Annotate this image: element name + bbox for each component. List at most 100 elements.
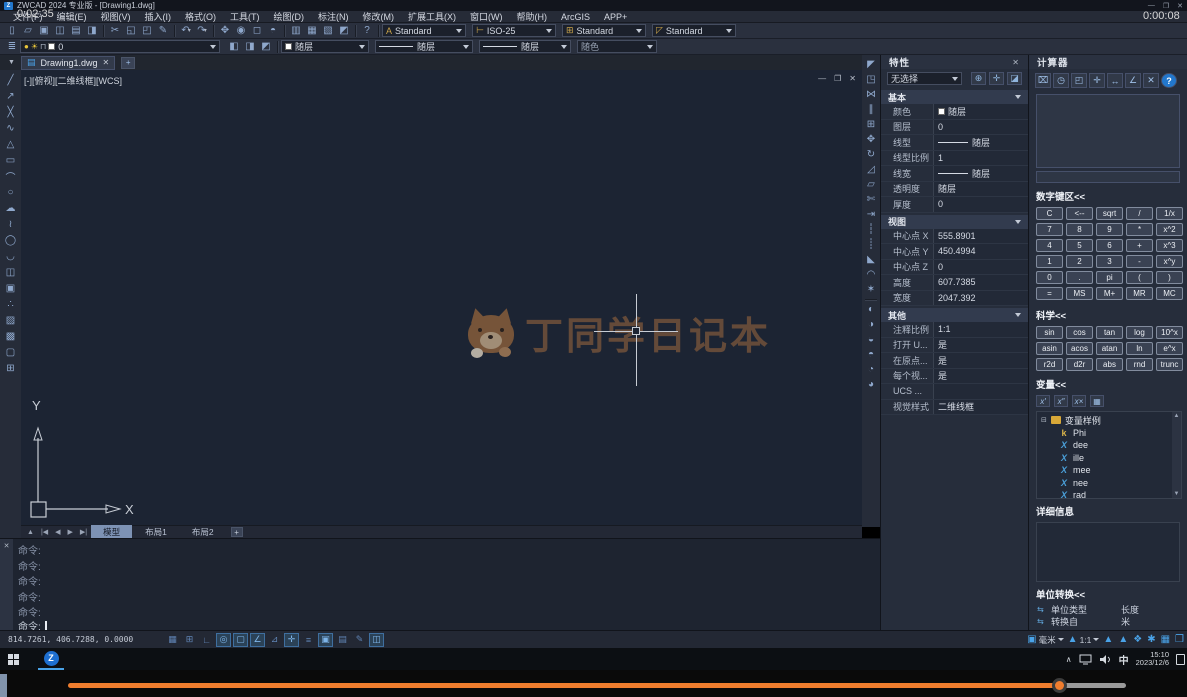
measure-distance-button[interactable]: ↔ [1107, 73, 1123, 88]
polygon-button[interactable]: △ [2, 136, 19, 152]
layer-states-button[interactable]: ◩ [258, 40, 274, 54]
calc-key-d2r[interactable]: d2r [1066, 358, 1093, 371]
menu-item-11[interactable]: 帮助(H) [510, 10, 555, 23]
layout-nav-1[interactable]: |◀ [38, 528, 51, 536]
history-button[interactable]: ◷ [1053, 73, 1069, 88]
menu-item-2[interactable]: 视图(V) [94, 10, 138, 23]
volume-icon[interactable] [1099, 654, 1112, 665]
menu-item-8[interactable]: 修改(M) [356, 10, 402, 23]
drawing-restore-button[interactable]: ❐ [834, 74, 841, 83]
mleader-style-dropdown[interactable]: ◸Standard [652, 24, 736, 37]
plot-button[interactable]: ▤ [68, 24, 84, 38]
transparency-toggle[interactable]: ▣ [318, 633, 333, 647]
calc-key-abs[interactable]: abs [1096, 358, 1123, 371]
draworder-send-back-button[interactable]: ◑ [863, 317, 879, 332]
design-center-button[interactable]: ▦ [304, 24, 320, 38]
section-header-1[interactable]: 视图 [881, 215, 1028, 229]
network-icon[interactable] [1079, 654, 1092, 665]
delete-variable-button[interactable]: x× [1072, 395, 1086, 407]
grid-display-toggle[interactable]: ▦ [165, 633, 180, 647]
calc-key-trunc[interactable]: trunc [1156, 358, 1183, 371]
lineweight-dropdown[interactable]: 随层 [479, 40, 571, 53]
viewport-controls-label[interactable]: [-][俯视][二维线框][WCS] [24, 74, 122, 87]
offset-button[interactable]: ∥ [863, 102, 879, 117]
property-value[interactable]: 随层 [933, 166, 1028, 181]
scroll-down-icon[interactable]: ▼ [1174, 491, 1180, 497]
calc-key-1[interactable]: 1 [1036, 255, 1063, 268]
select-objects-button[interactable]: ✛ [989, 72, 1004, 85]
menu-item-5[interactable]: 工具(T) [223, 10, 267, 23]
new-variable-button[interactable]: x′ [1036, 395, 1050, 407]
calc-key-cos[interactable]: cos [1066, 326, 1093, 339]
variable-item-ille[interactable]: Xille [1041, 452, 1181, 465]
taskbar-clock[interactable]: 15:10 2023/12/6 [1136, 651, 1169, 667]
workspace-switch-button[interactable]: ❖ [1133, 634, 1142, 645]
variables-scrollbar[interactable]: ▲ ▼ [1172, 412, 1181, 498]
paste-button[interactable]: ◰ [139, 24, 155, 38]
calc-key-9[interactable]: 9 [1096, 223, 1123, 236]
make-object-layer-current-button[interactable]: ◧ [226, 40, 242, 54]
menu-item-12[interactable]: ArcGIS [554, 12, 597, 22]
new-tab-button[interactable]: + [121, 57, 135, 69]
calc-key-1-x[interactable]: 1/x [1156, 207, 1183, 220]
clear-display-button[interactable]: ⌧ [1035, 73, 1051, 88]
tray-expand-icon[interactable]: ∧ [1066, 655, 1072, 664]
hatch-to-back-button[interactable]: ◕ [863, 377, 879, 392]
calc-key-backspace[interactable]: <-- [1066, 207, 1093, 220]
property-value[interactable]: 是 [933, 353, 1028, 368]
zoom-previous-button[interactable]: ◓ [265, 24, 281, 38]
calc-key-tan[interactable]: tan [1096, 326, 1123, 339]
property-value[interactable]: 1 [933, 151, 1028, 166]
calc-key-2[interactable]: 2 [1066, 255, 1093, 268]
calc-key-sin[interactable]: sin [1036, 326, 1063, 339]
measure-angle-button[interactable]: ∠ [1125, 73, 1141, 88]
menu-item-6[interactable]: 绘图(D) [267, 10, 312, 23]
spline-button[interactable]: ≀ [2, 216, 19, 232]
calc-key-asin[interactable]: asin [1036, 342, 1063, 355]
tree-collapse-icon[interactable]: ⊟ [1041, 416, 1047, 424]
color-dropdown[interactable]: 随层 [281, 40, 369, 53]
annotation-scale-chip[interactable]: ▲ 1:1 [1068, 634, 1100, 645]
layer-properties-button[interactable]: ≣ [4, 40, 20, 54]
window-minimize-button[interactable]: — [1148, 2, 1155, 10]
player-progress-fill[interactable] [68, 683, 1062, 688]
pan-button[interactable]: ✥ [217, 24, 233, 38]
paste-value-button[interactable]: ◰ [1071, 73, 1087, 88]
unit-value[interactable]: 米 [1113, 615, 1130, 628]
calc-key-open-paren[interactable]: ( [1126, 271, 1153, 284]
property-value[interactable]: 0 [933, 260, 1028, 275]
auto-annotation-scale-button[interactable]: ▲ [1118, 634, 1128, 645]
get-coordinates-button[interactable]: ✛ [1089, 73, 1105, 88]
window-close-button[interactable]: ✕ [1177, 2, 1183, 10]
clear-history-button[interactable]: ✕ [1143, 73, 1159, 88]
selection-cycling-toggle[interactable]: ▤ [335, 633, 350, 647]
variable-item-phi[interactable]: kPhi [1041, 427, 1181, 440]
calc-key-equals[interactable]: = [1036, 287, 1063, 300]
notification-center-icon[interactable] [1176, 654, 1185, 665]
lineweight-display-toggle[interactable]: ≡ [301, 633, 316, 647]
property-value[interactable]: 450.4994 [933, 244, 1028, 259]
calc-key-rnd[interactable]: rnd [1126, 358, 1153, 371]
table-button[interactable]: ⊞ [2, 360, 19, 376]
layer-previous-button[interactable]: ◨ [242, 40, 258, 54]
ortho-mode-toggle[interactable]: ∟ [199, 633, 214, 647]
property-value[interactable]: 随层 [933, 182, 1028, 197]
snap-mode-toggle[interactable]: ⊞ [182, 633, 197, 647]
hatch-button[interactable]: ▨ [2, 312, 19, 328]
text-to-front-button[interactable]: ◔ [863, 362, 879, 377]
isolate-objects-button[interactable]: ▦ [1161, 634, 1170, 645]
array-button[interactable]: ⊞ [863, 117, 879, 132]
insert-block-button[interactable]: ◫ [2, 264, 19, 280]
calc-key-divide[interactable]: / [1126, 207, 1153, 220]
annotation-visibility-button[interactable]: ▲ [1103, 634, 1113, 645]
layout-nav-3[interactable]: ▶ [65, 528, 76, 536]
drawing-minimize-button[interactable]: — [818, 74, 826, 83]
layout-nav-4[interactable]: ▶| [77, 528, 90, 536]
window-maximize-button[interactable]: ❐ [1163, 2, 1169, 10]
save-as-button[interactable]: ◫ [52, 24, 68, 38]
linetype-dropdown[interactable]: 随层 [375, 40, 473, 53]
player-progress-handle[interactable] [1052, 678, 1067, 693]
calc-key-atan[interactable]: atan [1096, 342, 1123, 355]
calc-key-sqrt[interactable]: sqrt [1096, 207, 1123, 220]
tool-palettes-button[interactable]: ▧ [320, 24, 336, 38]
